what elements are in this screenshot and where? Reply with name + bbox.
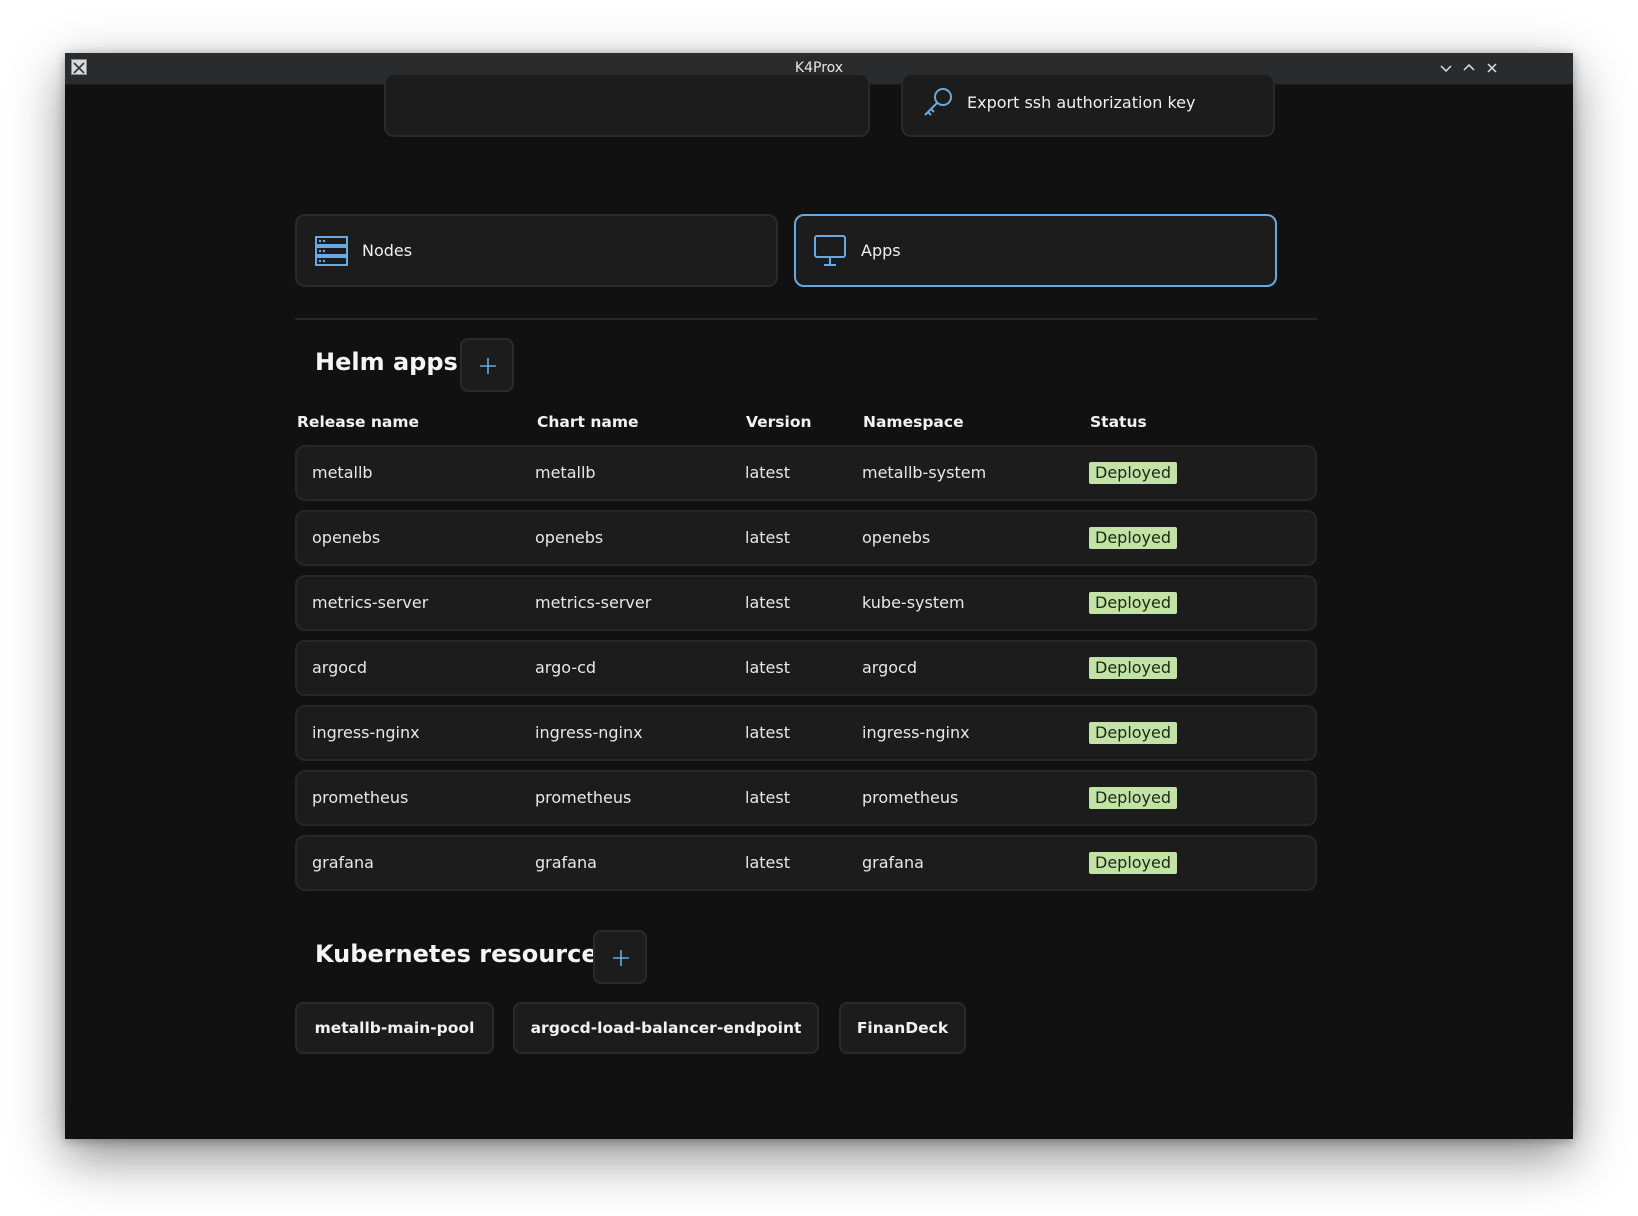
cell-version: latest xyxy=(745,528,790,547)
status-badge: Deployed xyxy=(1089,527,1178,549)
cell-release: openebs xyxy=(312,528,381,547)
cell-version: latest xyxy=(745,463,790,482)
cell-chart: metallb xyxy=(535,463,596,482)
export-key-label: Export ssh authorization key xyxy=(967,93,1196,112)
plus-icon xyxy=(480,358,496,374)
status-badge: Deployed xyxy=(1089,787,1178,809)
add-helm-app-button[interactable] xyxy=(460,338,514,392)
app-window: K4Prox Export ssh authorization key Node… xyxy=(65,53,1573,1139)
nodes-label: Nodes xyxy=(362,241,413,260)
status-badge: Deployed xyxy=(1089,722,1178,744)
resource-chip[interactable]: FinanDeck xyxy=(839,1002,966,1054)
server-rack-icon xyxy=(315,236,349,270)
cell-namespace: argocd xyxy=(862,658,917,677)
col-version: Version xyxy=(746,413,812,431)
maximize-button[interactable] xyxy=(1460,59,1478,77)
close-button[interactable] xyxy=(1483,59,1501,77)
table-row[interactable]: argocd argo-cd latest argocd Deployed xyxy=(295,640,1317,696)
cell-namespace: grafana xyxy=(862,853,924,872)
col-release-name: Release name xyxy=(297,413,420,431)
status-badge: Deployed xyxy=(1089,657,1178,679)
cell-release: ingress-nginx xyxy=(312,723,420,742)
cell-release: argocd xyxy=(312,658,367,677)
section-divider xyxy=(295,318,1317,320)
table-row[interactable]: prometheus prometheus latest prometheus … xyxy=(295,770,1317,826)
key-icon xyxy=(921,85,955,123)
cell-namespace: ingress-nginx xyxy=(862,723,970,742)
top-card-empty[interactable] xyxy=(384,73,870,137)
cell-version: latest xyxy=(745,593,790,612)
nodes-card[interactable]: Nodes xyxy=(295,214,778,287)
col-chart-name: Chart name xyxy=(537,413,639,431)
cell-chart: ingress-nginx xyxy=(535,723,643,742)
resource-chip[interactable]: metallb-main-pool xyxy=(295,1002,494,1054)
cell-version: latest xyxy=(745,788,790,807)
apps-card[interactable]: Apps xyxy=(794,214,1277,287)
kubernetes-resources-title: Kubernetes resources xyxy=(315,940,612,968)
cell-release: grafana xyxy=(312,853,374,872)
resource-chip[interactable]: argocd-load-balancer-endpoint xyxy=(513,1002,819,1054)
cell-version: latest xyxy=(745,658,790,677)
cell-namespace: openebs xyxy=(862,528,931,547)
add-k8s-resource-button[interactable] xyxy=(593,930,647,984)
cell-chart: grafana xyxy=(535,853,597,872)
cell-version: latest xyxy=(745,853,790,872)
cell-chart: openebs xyxy=(535,528,604,547)
cell-chart: argo-cd xyxy=(535,658,597,677)
table-row[interactable]: metallb metallb latest metallb-system De… xyxy=(295,445,1317,501)
status-badge: Deployed xyxy=(1089,592,1178,614)
status-badge: Deployed xyxy=(1089,852,1178,874)
plus-icon xyxy=(613,950,629,966)
cell-release: metallb xyxy=(312,463,373,482)
cell-release: prometheus xyxy=(312,788,409,807)
cell-namespace: metallb-system xyxy=(862,463,987,482)
cell-release: metrics-server xyxy=(312,593,429,612)
table-row[interactable]: grafana grafana latest grafana Deployed xyxy=(295,835,1317,891)
col-status: Status xyxy=(1090,413,1147,431)
cell-chart: prometheus xyxy=(535,788,632,807)
table-row[interactable]: metrics-server metrics-server latest kub… xyxy=(295,575,1317,631)
cell-namespace: prometheus xyxy=(862,788,959,807)
monitor-icon xyxy=(814,234,848,272)
minimize-button[interactable] xyxy=(1437,59,1455,77)
cell-namespace: kube-system xyxy=(862,593,965,612)
status-badge: Deployed xyxy=(1089,462,1178,484)
table-row[interactable]: openebs openebs latest openebs Deployed xyxy=(295,510,1317,566)
cell-version: latest xyxy=(745,723,790,742)
export-key-card[interactable]: Export ssh authorization key xyxy=(901,73,1275,137)
apps-label: Apps xyxy=(861,241,901,260)
helm-apps-title: Helm apps xyxy=(315,348,458,376)
table-row[interactable]: ingress-nginx ingress-nginx latest ingre… xyxy=(295,705,1317,761)
col-namespace: Namespace xyxy=(863,413,964,431)
cell-chart: metrics-server xyxy=(535,593,652,612)
